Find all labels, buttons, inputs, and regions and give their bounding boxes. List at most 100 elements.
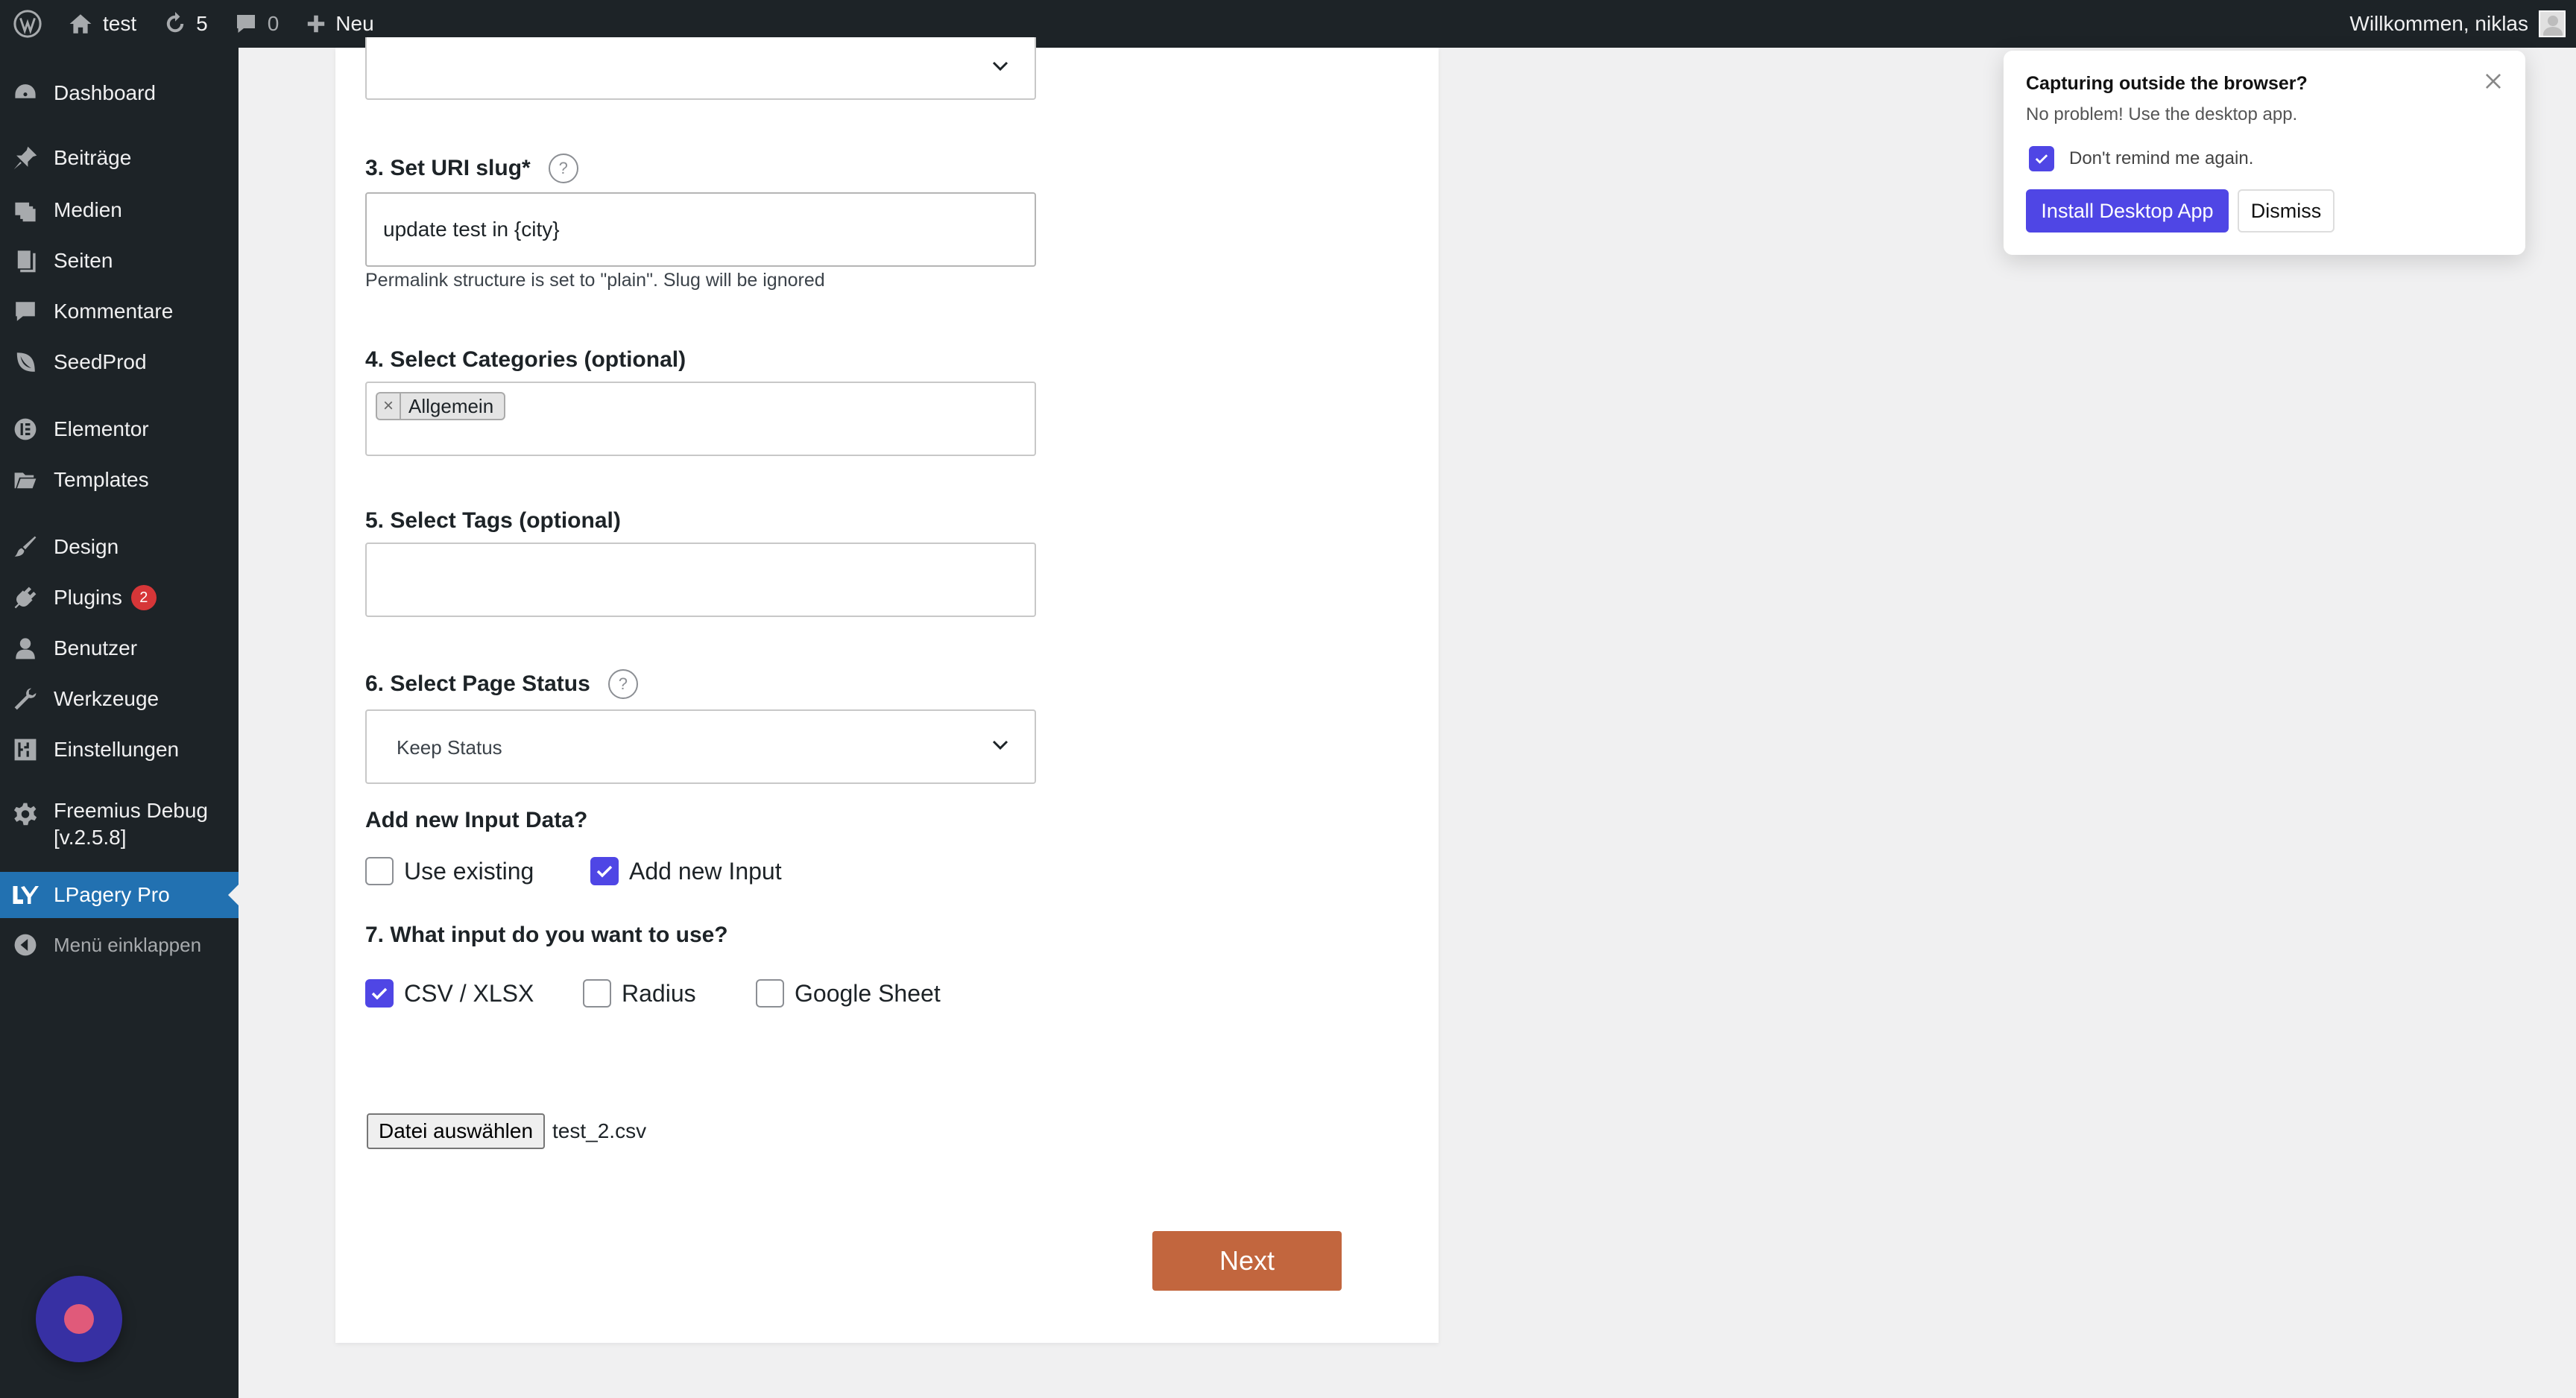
tags-multiselect[interactable] bbox=[365, 543, 1036, 617]
account-menu[interactable]: Willkommen, niklas bbox=[2349, 10, 2576, 37]
close-icon[interactable] bbox=[2484, 72, 2503, 91]
csv-option[interactable]: CSV / XLSX bbox=[365, 979, 534, 1008]
sidebar-item-label: Dashboard bbox=[54, 81, 156, 104]
tags-label: 5. Select Tags (optional) bbox=[365, 508, 621, 534]
brush-icon bbox=[12, 534, 39, 560]
sidebar-item-label: LPagery Pro bbox=[54, 883, 170, 906]
new-label: Neu bbox=[335, 12, 374, 35]
dashboard-icon bbox=[12, 80, 39, 107]
updates-link[interactable]: 5 bbox=[150, 0, 221, 48]
comment-icon bbox=[236, 15, 255, 33]
sidebar-item-pages[interactable]: Seiten bbox=[0, 238, 239, 283]
sidebar-item-label: Plugins bbox=[54, 586, 122, 609]
media-icon bbox=[12, 197, 39, 224]
chevron-down-icon bbox=[992, 61, 1008, 72]
radius-option[interactable]: Radius bbox=[583, 979, 696, 1008]
sidebar-item-label: Design bbox=[54, 535, 119, 558]
page-status-select[interactable]: Keep Status bbox=[365, 709, 1036, 784]
sidebar-item-seedprod[interactable]: SeedProd bbox=[0, 340, 239, 385]
floating-recorder-button[interactable] bbox=[36, 1276, 122, 1362]
categories-multiselect[interactable]: × Allgemein bbox=[365, 382, 1036, 456]
category-chip-label: Allgemein bbox=[408, 394, 494, 417]
sidebar-item-lpagery-pro[interactable]: LPagery Pro bbox=[0, 872, 239, 918]
add-new-input-checkbox[interactable] bbox=[590, 857, 619, 885]
comments-count: 0 bbox=[267, 12, 280, 35]
sidebar-item-comments[interactable]: Kommentare bbox=[0, 289, 239, 334]
input-data-label: Add new Input Data? bbox=[365, 808, 587, 833]
sidebar-item-settings[interactable]: Einstellungen bbox=[0, 727, 239, 772]
dismiss-button[interactable]: Dismiss bbox=[2238, 189, 2334, 233]
sidebar-item-label: Elementor bbox=[54, 417, 149, 440]
slug-label: 3. Set URI slug* bbox=[365, 156, 531, 180]
previous-select[interactable] bbox=[365, 37, 1036, 100]
seedprod-icon bbox=[12, 349, 39, 376]
admin-sidebar: Dashboard Beiträge Medien Seiten Komment… bbox=[0, 48, 239, 1398]
collapse-menu-button[interactable]: Menü einklappen bbox=[0, 924, 239, 966]
user-icon bbox=[12, 635, 39, 662]
sidebar-item-media[interactable]: Medien bbox=[0, 188, 239, 233]
wordpress-icon bbox=[13, 10, 42, 38]
popup-title: Capturing outside the browser? bbox=[2026, 73, 2308, 94]
dont-remind-option[interactable]: Don't remind me again. bbox=[2029, 146, 2253, 171]
sidebar-item-design[interactable]: Design bbox=[0, 525, 239, 569]
checkmark-icon bbox=[596, 865, 613, 878]
sidebar-item-label: Templates bbox=[54, 468, 149, 491]
sidebar-item-dashboard[interactable]: Dashboard bbox=[0, 72, 239, 115]
slug-input[interactable]: update test in {city} bbox=[365, 192, 1036, 267]
welcome-text: Willkommen, niklas bbox=[2349, 12, 2528, 35]
sidebar-item-label: Benutzer bbox=[54, 636, 138, 660]
help-icon[interactable]: ? bbox=[607, 669, 638, 699]
plus-icon bbox=[308, 15, 325, 33]
lpagery-icon bbox=[12, 882, 39, 908]
add-new-input-option[interactable]: Add new Input bbox=[590, 857, 782, 885]
selected-file-name: test_2.csv bbox=[552, 1119, 647, 1142]
sidebar-item-label: Kommentare bbox=[54, 300, 174, 323]
sidebar-item-tools[interactable]: Werkzeuge bbox=[0, 677, 239, 721]
google-sheet-option[interactable]: Google Sheet bbox=[756, 979, 941, 1008]
chevron-down-icon bbox=[992, 740, 1008, 750]
pages-icon bbox=[12, 247, 39, 274]
sidebar-item-label: Werkzeuge bbox=[54, 687, 160, 710]
sidebar-item-users[interactable]: Benutzer bbox=[0, 626, 239, 671]
use-existing-checkbox[interactable] bbox=[365, 857, 394, 885]
dont-remind-checkbox[interactable] bbox=[2029, 146, 2054, 171]
site-name-link[interactable]: test bbox=[55, 0, 150, 48]
use-existing-label: Use existing bbox=[404, 857, 534, 885]
gear-icon bbox=[12, 800, 39, 827]
elementor-icon bbox=[12, 416, 39, 443]
popup-subtitle: No problem! Use the desktop app. bbox=[2026, 104, 2298, 124]
dont-remind-label: Don't remind me again. bbox=[2069, 148, 2254, 168]
help-icon[interactable]: ? bbox=[548, 154, 578, 183]
sidebar-item-freemius-debug[interactable]: Freemius Debug [v.2.5.8] bbox=[0, 793, 239, 855]
sidebar-item-elementor[interactable]: Elementor bbox=[0, 407, 239, 452]
sidebar-item-version: [v.2.5.8] bbox=[54, 826, 127, 849]
google-sheet-checkbox[interactable] bbox=[756, 979, 784, 1008]
google-sheet-label: Google Sheet bbox=[795, 979, 941, 1007]
page-status-value: Keep Status bbox=[397, 736, 502, 759]
permalink-hint: Permalink structure is set to "plain". S… bbox=[365, 270, 825, 291]
install-desktop-app-button[interactable]: Install Desktop App bbox=[2026, 189, 2229, 233]
checkmark-icon bbox=[2035, 154, 2048, 164]
next-button[interactable]: Next bbox=[1152, 1231, 1342, 1291]
status-label-row: 6. Select Page Status ? bbox=[365, 669, 638, 699]
sidebar-item-plugins[interactable]: Plugins 2 bbox=[0, 575, 239, 620]
sidebar-item-label: Medien bbox=[54, 198, 122, 221]
comments-link[interactable]: 0 bbox=[221, 0, 293, 48]
choose-file-button[interactable]: Datei auswählen bbox=[367, 1113, 546, 1149]
sidebar-item-templates[interactable]: Templates bbox=[0, 458, 239, 502]
remove-chip-icon[interactable]: × bbox=[377, 393, 401, 419]
csv-checkbox[interactable] bbox=[365, 979, 394, 1008]
categories-label-text: 4. Select Categories (optional) bbox=[365, 347, 686, 372]
sidebar-item-label: Menü einklappen bbox=[54, 933, 202, 956]
sidebar-item-label: Beiträge bbox=[54, 146, 132, 169]
wordpress-logo-button[interactable] bbox=[0, 0, 55, 48]
sidebar-item-label: Freemius Debug bbox=[54, 799, 208, 822]
refresh-icon bbox=[166, 12, 184, 33]
sidebar-item-posts[interactable]: Beiträge bbox=[0, 136, 239, 180]
use-existing-option[interactable]: Use existing bbox=[365, 857, 534, 885]
radius-checkbox[interactable] bbox=[583, 979, 611, 1008]
file-input: Datei auswählen test_2.csv bbox=[367, 1113, 646, 1149]
status-label: 6. Select Page Status bbox=[365, 671, 590, 696]
sidebar-item-label: Einstellungen bbox=[54, 738, 180, 761]
radius-label: Radius bbox=[622, 979, 696, 1007]
